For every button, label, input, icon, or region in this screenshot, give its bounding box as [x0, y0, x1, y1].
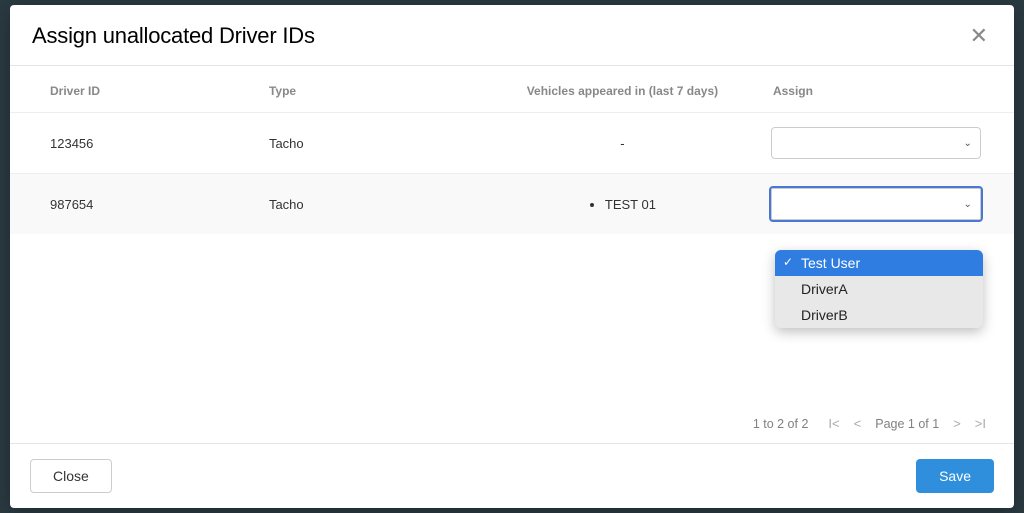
close-icon[interactable]: ✕: [966, 23, 992, 49]
dropdown-option[interactable]: DriverB: [775, 302, 983, 328]
modal-body: Driver ID Type Vehicles appeared in (las…: [10, 66, 1014, 443]
column-header-assign: Assign: [753, 66, 1014, 113]
column-header-type: Type: [251, 66, 492, 113]
cell-driver-id: 987654: [10, 174, 251, 235]
vehicle-item: TEST 01: [605, 197, 656, 212]
modal-title: Assign unallocated Driver IDs: [32, 23, 315, 49]
dropdown-option[interactable]: Test User: [775, 250, 983, 276]
cell-vehicles: TEST 01: [492, 174, 753, 235]
table-row: 123456 Tacho - ⌄: [10, 113, 1014, 174]
pagination-range: 1 to 2 of 2: [753, 417, 809, 431]
cell-type: Tacho: [251, 113, 492, 174]
column-header-vehicles: Vehicles appeared in (last 7 days): [492, 66, 753, 113]
assign-select[interactable]: ⌄: [771, 188, 981, 220]
save-button[interactable]: Save: [916, 459, 994, 493]
assign-select[interactable]: ⌄: [771, 127, 981, 159]
first-page-icon[interactable]: I<: [828, 416, 839, 431]
chevron-down-icon: ⌄: [964, 138, 972, 149]
prev-page-icon[interactable]: <: [854, 416, 862, 431]
dropdown-option[interactable]: DriverA: [775, 276, 983, 302]
next-page-icon[interactable]: >: [953, 416, 961, 431]
assign-driver-modal: Assign unallocated Driver IDs ✕ Driver I…: [10, 5, 1014, 508]
modal-footer: Close Save: [10, 443, 1014, 508]
pagination: 1 to 2 of 2 I< < Page 1 of 1 > >I: [10, 404, 1014, 443]
assign-dropdown: Test User DriverA DriverB: [775, 250, 983, 328]
cell-driver-id: 123456: [10, 113, 251, 174]
close-button[interactable]: Close: [30, 459, 112, 493]
table-row: 987654 Tacho TEST 01 ⌄: [10, 174, 1014, 235]
drivers-table: Driver ID Type Vehicles appeared in (las…: [10, 66, 1014, 234]
cell-vehicles: -: [492, 113, 753, 174]
cell-type: Tacho: [251, 174, 492, 235]
modal-header: Assign unallocated Driver IDs ✕: [10, 5, 1014, 66]
column-header-driver-id: Driver ID: [10, 66, 251, 113]
last-page-icon[interactable]: >I: [975, 416, 986, 431]
pagination-page: Page 1 of 1: [875, 417, 939, 431]
chevron-down-icon: ⌄: [964, 199, 972, 210]
